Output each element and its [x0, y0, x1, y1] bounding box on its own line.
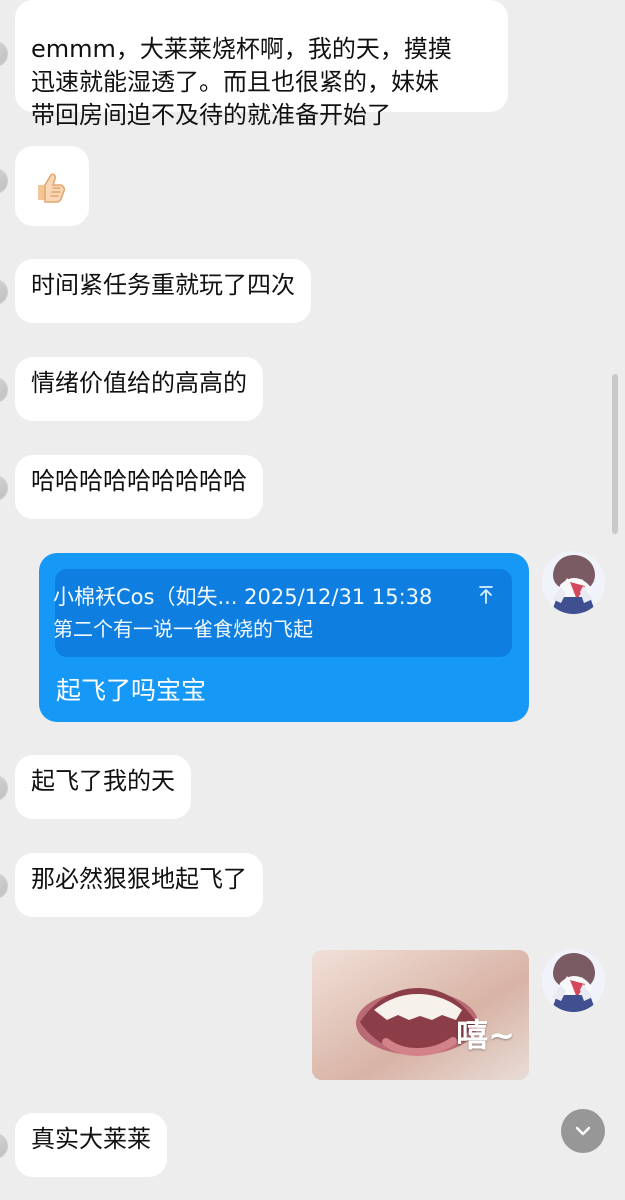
contact-avatar[interactable]: [0, 475, 8, 501]
contact-avatar[interactable]: [0, 1133, 8, 1159]
message-text: 起飞了我的天: [31, 767, 175, 795]
contact-avatar[interactable]: [0, 168, 8, 194]
message-bubble-emotion[interactable]: 情绪价值给的高高的: [15, 357, 263, 421]
scrollbar[interactable]: [612, 374, 618, 534]
contact-avatar[interactable]: [0, 279, 8, 305]
reply-text: 起飞了吗宝宝: [56, 676, 207, 705]
message-bubble-certain[interactable]: 那必然狠狠地起飞了: [15, 853, 263, 917]
message-text: 时间紧任务重就玩了四次: [31, 271, 295, 299]
contact-avatar[interactable]: [0, 377, 8, 403]
quote-text: 第二个有一说一雀食烧的飞起: [53, 617, 313, 641]
message-text: 真实大莱莱: [31, 1125, 151, 1153]
quote-up-icon[interactable]: [477, 585, 495, 605]
self-avatar[interactable]: [542, 551, 605, 614]
contact-avatar[interactable]: [0, 873, 8, 899]
anime-avatar-icon: [542, 949, 605, 1012]
chevron-down-icon: [575, 1126, 591, 1136]
contact-avatar[interactable]: [0, 775, 8, 801]
thumb-up-icon: [38, 173, 65, 203]
message-bubble-laugh[interactable]: 哈哈哈哈哈哈哈哈哈: [15, 455, 263, 519]
quote-meta: 小棉袄Cos（如失... 2025/12/31 15:38: [53, 585, 433, 609]
scroll-down-button[interactable]: [561, 1109, 605, 1153]
message-text: 情绪价值给的高高的: [31, 369, 247, 397]
message-bubble-long[interactable]: emmm，大莱莱烧杯啊，我的天，摸摸 迅速就能湿透了。而且也很紧的，妹妹 带回房…: [15, 0, 508, 129]
photo-message[interactable]: 嘻~: [312, 950, 529, 1080]
message-bubble-flying[interactable]: 起飞了我的天: [15, 755, 191, 819]
quoted-message[interactable]: [55, 569, 512, 657]
contact-avatar[interactable]: [0, 41, 8, 67]
photo-caption: 嘻~: [456, 1016, 515, 1054]
message-text: emmm，大莱莱烧杯啊，我的天，摸摸 迅速就能湿透了。而且也很紧的，妹妹 带回房…: [31, 35, 452, 129]
self-avatar[interactable]: [542, 949, 605, 1012]
smiling-photo-icon: [312, 950, 529, 1080]
message-bubble-final[interactable]: 真实大莱莱: [15, 1113, 167, 1177]
anime-avatar-icon: [542, 551, 605, 614]
message-bubble-time[interactable]: 时间紧任务重就玩了四次: [15, 259, 311, 323]
reply-message-bubble[interactable]: 小棉袄Cos（如失... 2025/12/31 15:38 第二个有一说一雀食烧…: [39, 553, 529, 722]
message-bubble-thumb[interactable]: [15, 146, 89, 226]
message-text: 那必然狠狠地起飞了: [31, 865, 247, 893]
message-text: 哈哈哈哈哈哈哈哈哈: [31, 467, 247, 495]
